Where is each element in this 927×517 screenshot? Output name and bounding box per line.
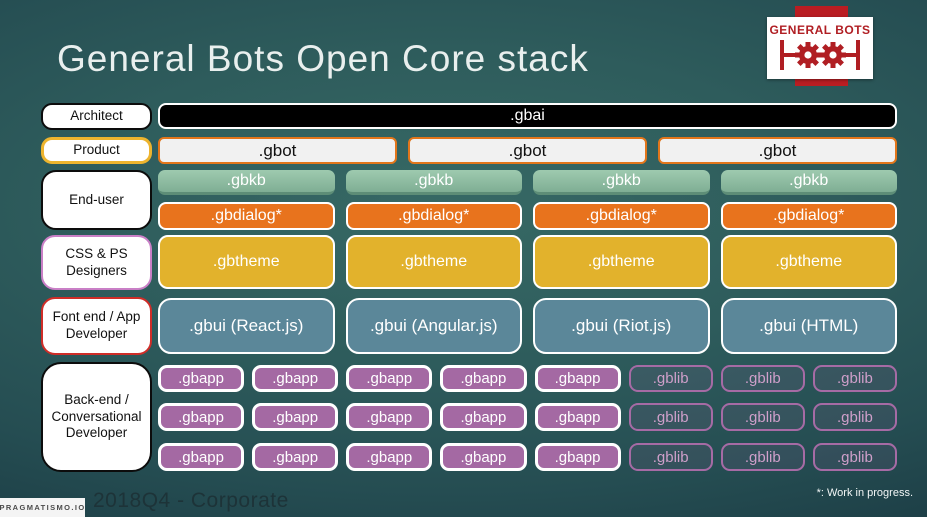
general-bots-logo: GENERAL BOTS xyxy=(767,17,873,79)
footer-edition-label: 2018Q4 - Corporate xyxy=(93,489,289,512)
gbui-react-box: .gbui (React.js) xyxy=(158,298,335,354)
role-label-css-ps-designers: CSS & PS Designers xyxy=(41,235,152,290)
role-label-frontend-developer: Font end / App Developer xyxy=(41,297,152,355)
gblib-box-r2c2: .gblib xyxy=(720,403,805,431)
gbapp-box-r1c3: .gbapp xyxy=(346,365,433,392)
gbapp-box-r3c4: .gbapp xyxy=(440,443,527,471)
gbdialog-box-4: .gbdialog* xyxy=(720,202,897,230)
pragmatismo-logo: PRAGMATISMO.IO xyxy=(0,498,85,517)
gbot-box-3: .gbot xyxy=(658,137,897,164)
gears-icon xyxy=(780,40,860,70)
gbkb-box-3: .gbkb xyxy=(533,170,710,195)
role-label-product: Product xyxy=(41,137,152,164)
row-gbdialog: .gbdialog* .gbdialog* .gbdialog* .gbdial… xyxy=(158,202,897,230)
gbapp-box-r2c3: .gbapp xyxy=(346,403,433,431)
gbtheme-box-1: .gbtheme xyxy=(158,235,335,289)
row-gbui: .gbui (React.js) .gbui (Angular.js) .gbu… xyxy=(158,298,897,354)
gbapp-box-r3c3: .gbapp xyxy=(346,443,433,471)
row-gbapp-2: .gbapp .gbapp .gbapp .gbapp .gbapp .gbli… xyxy=(158,403,897,431)
gbui-angular-box: .gbui (Angular.js) xyxy=(345,298,522,354)
gbui-html-box: .gbui (HTML) xyxy=(720,298,897,354)
gbapp-box-r3c1: .gbapp xyxy=(158,443,245,471)
gbapp-box-r2c5: .gbapp xyxy=(534,403,621,431)
gbdialog-box-3: .gbdialog* xyxy=(533,202,710,230)
gbapp-box-r1c2: .gbapp xyxy=(252,365,339,392)
gblib-box-r3c2: .gblib xyxy=(720,443,805,471)
row-gbapp-1: .gbapp .gbapp .gbapp .gbapp .gbapp .gbli… xyxy=(158,365,897,392)
gbot-box-2: .gbot xyxy=(408,137,647,164)
gblib-box-r1c2: .gblib xyxy=(720,365,805,392)
gbapp-box-r3c2: .gbapp xyxy=(252,443,339,471)
gbkb-box-1: .gbkb xyxy=(158,170,335,195)
page-title: General Bots Open Core stack xyxy=(57,38,589,79)
gblib-box-r2c1: .gblib xyxy=(628,403,713,431)
gbui-riot-box: .gbui (Riot.js) xyxy=(533,298,710,354)
gbapp-box-r2c2: .gbapp xyxy=(252,403,339,431)
gbai-box: .gbai xyxy=(158,103,897,129)
gbkb-box-4: .gbkb xyxy=(720,170,897,195)
row-gbai: .gbai xyxy=(158,103,897,129)
gbdialog-box-2: .gbdialog* xyxy=(345,202,522,230)
row-gbot: .gbot .gbot .gbot xyxy=(158,137,897,164)
slide: General Bots Open Core stack GENERAL BOT… xyxy=(0,0,927,517)
work-in-progress-footnote: *: Work in progress. xyxy=(816,487,913,499)
gblib-box-r1c3: .gblib xyxy=(812,365,897,392)
gbapp-box-r1c4: .gbapp xyxy=(440,365,527,392)
row-gbtheme: .gbtheme .gbtheme .gbtheme .gbtheme xyxy=(158,235,897,289)
gbot-box-1: .gbot xyxy=(158,137,397,164)
logo-text: GENERAL BOTS xyxy=(769,23,871,37)
gbtheme-box-4: .gbtheme xyxy=(720,235,897,289)
gbapp-box-r2c4: .gbapp xyxy=(440,403,527,431)
gblib-box-r2c3: .gblib xyxy=(812,403,897,431)
gblib-box-r1c1: .gblib xyxy=(628,365,713,392)
gbapp-box-r2c1: .gbapp xyxy=(158,403,245,431)
gbdialog-box-1: .gbdialog* xyxy=(158,202,335,230)
gbkb-box-2: .gbkb xyxy=(345,170,522,195)
role-label-end-user: End-user xyxy=(41,170,152,230)
gbapp-box-r3c5: .gbapp xyxy=(534,443,621,471)
gbapp-box-r1c1: .gbapp xyxy=(158,365,245,392)
role-label-architect: Architect xyxy=(41,103,152,130)
gbapp-box-r1c5: .gbapp xyxy=(534,365,621,392)
row-gbapp-3: .gbapp .gbapp .gbapp .gbapp .gbapp .gbli… xyxy=(158,443,897,471)
role-label-backend-developer: Back-end / Conversational Developer xyxy=(41,362,152,472)
gblib-box-r3c1: .gblib xyxy=(628,443,713,471)
gbtheme-box-3: .gbtheme xyxy=(533,235,710,289)
gblib-box-r3c3: .gblib xyxy=(812,443,897,471)
gbtheme-box-2: .gbtheme xyxy=(345,235,522,289)
row-gbkb: .gbkb .gbkb .gbkb .gbkb xyxy=(158,170,897,195)
